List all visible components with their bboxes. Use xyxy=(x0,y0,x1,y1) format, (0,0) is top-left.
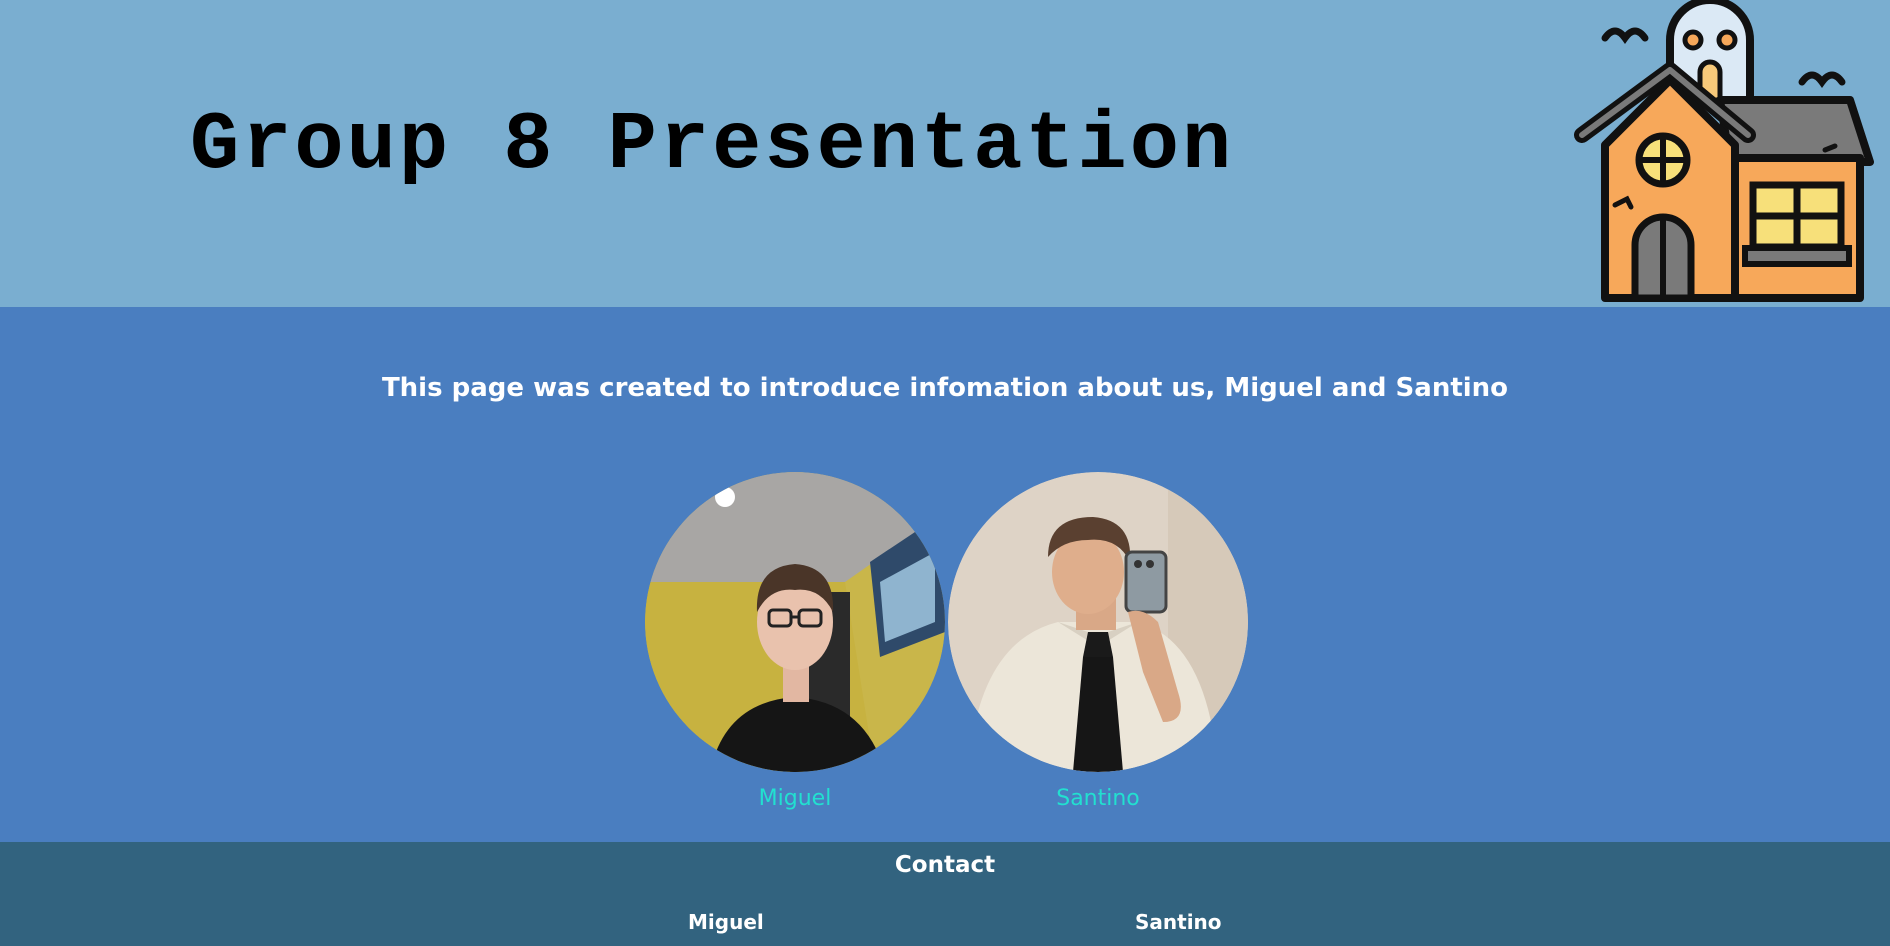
haunted-house-icon xyxy=(1574,0,1874,302)
person-card-santino: Santino xyxy=(948,472,1248,811)
contact-name-santino: Santino xyxy=(1135,910,1222,934)
page-header: Group 8 Presentation xyxy=(0,0,1890,307)
person-name-link[interactable]: Miguel xyxy=(645,786,945,811)
contact-footer: Contact Miguel Santino xyxy=(0,842,1890,946)
santino-photo xyxy=(948,472,1248,772)
contact-name-miguel: Miguel xyxy=(688,910,764,934)
miguel-photo xyxy=(645,472,945,772)
intro-text: This page was created to introduce infom… xyxy=(381,373,1509,403)
person-card-miguel: Miguel xyxy=(645,472,945,811)
contact-heading: Contact xyxy=(894,852,996,878)
person-name-link[interactable]: Santino xyxy=(948,786,1248,811)
page-title: Group 8 Presentation xyxy=(190,99,1235,192)
